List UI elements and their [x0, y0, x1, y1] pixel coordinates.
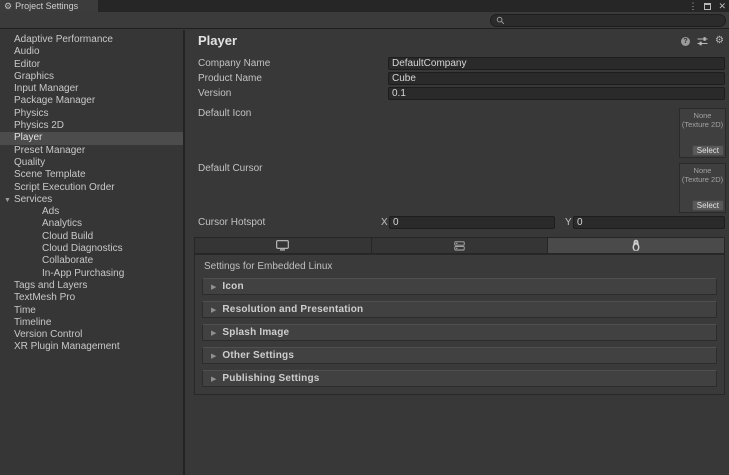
sidebar-item-editor[interactable]: Editor — [0, 59, 183, 71]
search-input[interactable] — [508, 16, 720, 26]
dedicated-server-icon — [454, 241, 465, 251]
section-icon[interactable]: ▶ Icon — [202, 278, 717, 295]
product-name-label: Product Name — [198, 73, 262, 84]
caret-right-icon: ▶ — [211, 306, 216, 314]
project-settings-window: ⚙ Project Settings ⋮ ✕ Adaptive Performa… — [0, 0, 729, 475]
embedded-linux-icon — [630, 239, 642, 252]
search-box[interactable] — [490, 14, 726, 27]
sidebar-item-textmesh-pro[interactable]: TextMesh Pro — [0, 292, 183, 304]
sidebar-item-preset-manager[interactable]: Preset Manager — [0, 145, 183, 157]
caret-right-icon: ▶ — [211, 352, 216, 360]
settings-category-list: Adaptive Performance Audio Editor Graphi… — [0, 30, 185, 475]
caret-right-icon: ▶ — [211, 329, 216, 337]
sidebar-item-audio[interactable]: Audio — [0, 46, 183, 58]
sidebar-item-quality[interactable]: Quality — [0, 157, 183, 169]
window-menu-icon[interactable]: ⋮ — [688, 1, 697, 12]
window-controls: ⋮ ✕ — [688, 0, 726, 12]
sidebar-item-physics[interactable]: Physics — [0, 108, 183, 120]
help-icon[interactable]: ? — [681, 37, 690, 46]
sidebar-item-ads[interactable]: Ads — [0, 206, 183, 218]
company-name-label: Company Name — [198, 58, 270, 69]
sidebar-item-script-execution-order[interactable]: Script Execution Order — [0, 182, 183, 194]
sidebar-item-timeline[interactable]: Timeline — [0, 317, 183, 329]
desktop-icon — [276, 240, 289, 251]
cursor-hotspot-label: Cursor Hotspot — [198, 217, 265, 228]
search-icon — [496, 16, 505, 25]
foldout-caret-icon[interactable]: ▼ — [4, 197, 11, 204]
hotspot-y-input[interactable] — [573, 216, 725, 229]
sidebar-item-time[interactable]: Time — [0, 305, 183, 317]
default-icon-select-button[interactable]: Select — [692, 145, 724, 156]
titlebar: ⚙ Project Settings ⋮ ✕ — [0, 0, 729, 12]
section-publishing-settings[interactable]: ▶ Publishing Settings — [202, 370, 717, 387]
player-settings-panel: Player ? ⚙ Company Name Product Name Ver… — [185, 30, 729, 475]
sidebar-item-physics-2d[interactable]: Physics 2D — [0, 120, 183, 132]
version-input[interactable] — [388, 87, 725, 100]
default-cursor-object-field[interactable]: None (Texture 2D) Select — [679, 163, 726, 213]
sidebar-item-adaptive-performance[interactable]: Adaptive Performance — [0, 34, 183, 46]
sidebar-item-cloud-build[interactable]: Cloud Build — [0, 231, 183, 243]
window-tab[interactable]: ⚙ Project Settings — [0, 0, 98, 12]
sidebar-item-input-manager[interactable]: Input Manager — [0, 83, 183, 95]
tab-embedded-linux[interactable] — [548, 238, 724, 253]
hotspot-x-input[interactable] — [389, 216, 555, 229]
product-name-input[interactable] — [388, 72, 725, 85]
section-splash-image[interactable]: ▶ Splash Image — [202, 324, 717, 341]
caret-right-icon: ▶ — [211, 375, 216, 383]
sidebar-item-graphics[interactable]: Graphics — [0, 71, 183, 83]
gear-icon: ⚙ — [4, 2, 12, 11]
preset-icon[interactable] — [697, 36, 708, 46]
company-name-input[interactable] — [388, 57, 725, 70]
window-title: Project Settings — [15, 1, 78, 11]
sidebar-item-player[interactable]: Player — [0, 132, 183, 144]
tab-desktop[interactable] — [195, 238, 372, 253]
version-label: Version — [198, 88, 231, 99]
tab-dedicated-server[interactable] — [372, 238, 549, 253]
maximize-icon[interactable] — [704, 3, 711, 10]
caret-right-icon: ▶ — [211, 283, 216, 291]
sidebar-item-cloud-diagnostics[interactable]: Cloud Diagnostics — [0, 243, 183, 255]
sidebar-item-scene-template[interactable]: Scene Template — [0, 169, 183, 181]
sidebar-item-services[interactable]: ▼Services — [0, 194, 183, 206]
hotspot-y-label: Y — [565, 217, 572, 228]
settings-gear-icon[interactable]: ⚙ — [715, 36, 724, 46]
default-icon-label: Default Icon — [198, 108, 251, 119]
sidebar-item-analytics[interactable]: Analytics — [0, 218, 183, 230]
section-resolution-and-presentation[interactable]: ▶ Resolution and Presentation — [202, 301, 717, 318]
default-cursor-select-button[interactable]: Select — [692, 200, 724, 211]
sidebar-item-in-app-purchasing[interactable]: In-App Purchasing — [0, 268, 183, 280]
hotspot-x-label: X — [381, 217, 388, 228]
sidebar-item-collaborate[interactable]: Collaborate — [0, 255, 183, 267]
section-other-settings[interactable]: ▶ Other Settings — [202, 347, 717, 364]
toolbar — [0, 12, 729, 29]
close-icon[interactable]: ✕ — [718, 1, 726, 12]
platform-tabbar — [194, 237, 725, 254]
sidebar-item-xr-plugin-management[interactable]: XR Plugin Management — [0, 341, 183, 353]
platform-settings-container: Settings for Embedded Linux ▶ Icon ▶ Res… — [194, 254, 725, 395]
sidebar-item-tags-and-layers[interactable]: Tags and Layers — [0, 280, 183, 292]
default-cursor-label: Default Cursor — [198, 163, 262, 174]
default-icon-object-field[interactable]: None (Texture 2D) Select — [679, 108, 726, 158]
sidebar-item-package-manager[interactable]: Package Manager — [0, 95, 183, 107]
page-title: Player — [198, 33, 237, 48]
settings-for-platform-header: Settings for Embedded Linux — [204, 261, 717, 272]
sidebar-item-version-control[interactable]: Version Control — [0, 329, 183, 341]
